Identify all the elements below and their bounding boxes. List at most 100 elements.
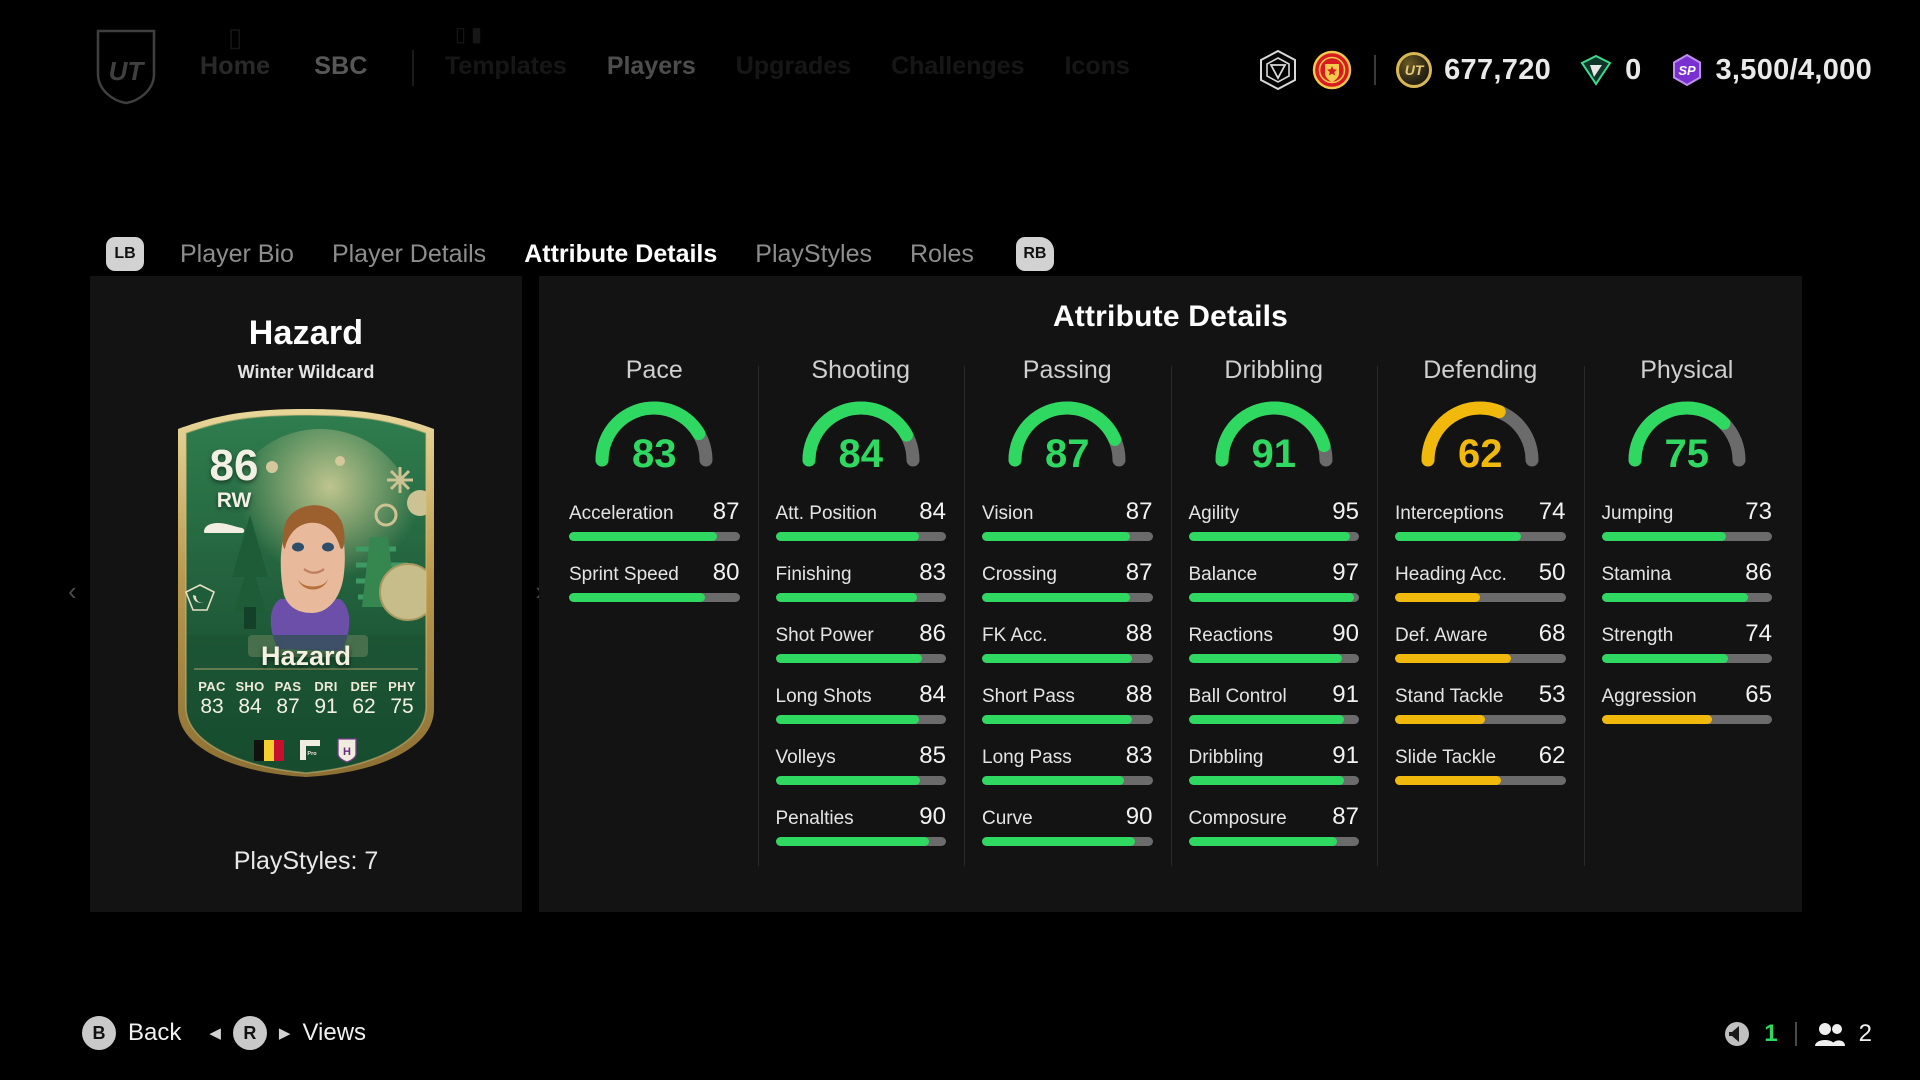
attribute-value: 90 (1125, 803, 1153, 830)
attribute-row-head: Interceptions 74 (1395, 498, 1566, 526)
audio-count: 1 (1764, 1020, 1778, 1047)
attribute-row-head: Long Pass 83 (982, 742, 1153, 770)
attribute-value: 50 (1538, 559, 1566, 586)
nav-item-challenges[interactable]: Challenges (891, 52, 1024, 81)
attribute-row: Aggression 65 (1601, 681, 1772, 724)
attribute-value: 97 (1332, 559, 1359, 586)
card-stat-label: PHY (388, 679, 416, 694)
attribute-label: Att. Position (775, 503, 877, 524)
player-item-card[interactable]: 86 RW Hazard PAC 83 SHO 84 PAS 87 DRI 91… (172, 407, 440, 779)
attribute-row-head: Jumping 73 (1602, 498, 1773, 526)
attribute-label: Curve (982, 808, 1033, 829)
attribute-value: 87 (1125, 498, 1153, 525)
attribute-row: Ball Control 91 (1188, 681, 1359, 724)
attribute-row: FK Acc. 88 (982, 620, 1153, 663)
tab-player-details[interactable]: Player Details (330, 240, 488, 269)
tab-attribute-details[interactable]: Attribute Details (522, 240, 719, 269)
attribute-row-head: Heading Acc. 50 (1395, 559, 1566, 587)
nav-item-icons[interactable]: Icons (1064, 52, 1129, 81)
attribute-progress-bar (1188, 593, 1359, 602)
attribute-value: 88 (1125, 620, 1153, 647)
attribute-progress-fill (1188, 837, 1337, 846)
attribute-row: Long Shots 84 (775, 681, 946, 724)
attribute-progress-fill (1188, 654, 1342, 663)
attribute-progress-bar (1188, 837, 1359, 846)
attribute-gauge: 84 (797, 398, 925, 474)
audio-speaker-icon[interactable] (1723, 1020, 1751, 1048)
tab-roles[interactable]: Roles (908, 240, 976, 269)
attribute-progress-bar (982, 837, 1153, 846)
attribute-value: 84 (919, 681, 946, 708)
attribute-row: Strength 74 (1601, 620, 1773, 663)
attribute-value: 62 (1538, 742, 1566, 769)
attribute-row: Def. Aware 68 (1395, 620, 1566, 663)
attribute-label: Balance (1188, 564, 1258, 585)
attribute-row-head: Composure 87 (1189, 803, 1360, 831)
attribute-gauge-value: 75 (1664, 432, 1710, 476)
attribute-progress-fill (1395, 715, 1486, 724)
attribute-row-head: Balance 97 (1189, 559, 1360, 587)
attribute-value: 80 (712, 559, 740, 586)
nav-item-home[interactable]: Home (200, 52, 270, 81)
attribute-row-head: Stamina 86 (1602, 559, 1773, 587)
tab-player-bio[interactable]: Player Bio (178, 240, 296, 269)
right-bumper-button[interactable]: RB (1015, 237, 1054, 271)
card-stat-label: PAC (198, 679, 226, 694)
ultimate-team-logo-icon: UT (95, 28, 157, 106)
attribute-column-title: Passing (1022, 356, 1112, 384)
header-divider (1374, 55, 1377, 85)
attribute-progress-fill (1601, 715, 1713, 724)
bottom-hints-group: B Back ◀ R ▶ Views (82, 1016, 366, 1050)
nav-item-players[interactable]: Players (607, 52, 696, 81)
attribute-row: Sprint Speed 80 (569, 559, 740, 602)
tab-playstyles[interactable]: PlayStyles (753, 240, 874, 269)
attribute-row: Heading Acc. 50 (1395, 559, 1566, 602)
attribute-value: 91 (1332, 742, 1359, 769)
attribute-value: 90 (919, 803, 946, 830)
attribute-row: Agility 95 (1188, 498, 1359, 541)
card-stat-value: 75 (390, 695, 414, 718)
attribute-row-head: Def. Aware 68 (1395, 620, 1566, 648)
attribute-value: 86 (1745, 559, 1772, 586)
attribute-column-dribbling: Dribbling 91 Agility 95 Balance 97 Reactions 90… (1170, 356, 1378, 894)
card-stat-value: 84 (238, 695, 262, 718)
attribute-row-head: Strength 74 (1602, 620, 1773, 648)
attribute-label: Reactions (1188, 625, 1274, 646)
left-triangle-icon: ◀ (209, 1025, 221, 1042)
attribute-progress-bar (569, 593, 740, 602)
attribute-progress-bar (775, 654, 946, 663)
panel-title: Attribute Details (1052, 300, 1289, 333)
attribute-row: Shot Power 86 (775, 620, 946, 663)
evolutions-badge-icon (1260, 49, 1297, 91)
player-card-variant: Winter Wildcard (237, 362, 375, 382)
attribute-column-passing: Passing 87 Vision 87 Crossing 87 FK Acc. 88 Shor… (964, 356, 1171, 894)
views-action[interactable]: ◀ R ▶ Views (209, 1016, 366, 1050)
league-logo-pro-league-icon: Pro (300, 740, 320, 760)
attribute-row-head: Vision 87 (982, 498, 1153, 526)
attribute-label: Finishing (775, 564, 852, 585)
attribute-row-list: Att. Position 84 Finishing 83 Shot Power 86 Lo… (775, 498, 946, 846)
attribute-progress-fill (982, 776, 1124, 785)
attribute-progress-bar (982, 715, 1153, 724)
card-stat-def: DEF 62 (346, 679, 382, 719)
attribute-gauge: 91 (1210, 398, 1338, 474)
card-stat-label: DRI (314, 679, 338, 694)
left-bumper-button[interactable]: LB (106, 237, 144, 271)
nav-item-upgrades[interactable]: Upgrades (736, 52, 851, 81)
attribute-value: 53 (1538, 681, 1566, 708)
nav-item-sbc[interactable]: SBC (314, 52, 367, 81)
attribute-row: Composure 87 (1188, 803, 1360, 846)
attribute-progress-bar (1395, 776, 1566, 785)
previous-player-arrow-icon[interactable]: ‹ (68, 576, 77, 607)
attribute-row-head: Reactions 90 (1189, 620, 1360, 648)
attribute-progress-fill (982, 532, 1131, 541)
nav-item-templates[interactable]: Templates (445, 52, 567, 81)
attribute-label: Agility (1188, 503, 1240, 524)
back-action[interactable]: B Back (82, 1016, 181, 1050)
online-players-icon (1814, 1023, 1845, 1046)
attribute-row: Finishing 83 (775, 559, 946, 602)
content-area: Hazard Winter Wildcard ‹ › (68, 276, 1802, 912)
attribute-label: Penalties (775, 808, 854, 829)
attribute-progress-fill (775, 837, 929, 846)
back-label: Back (128, 1019, 182, 1046)
